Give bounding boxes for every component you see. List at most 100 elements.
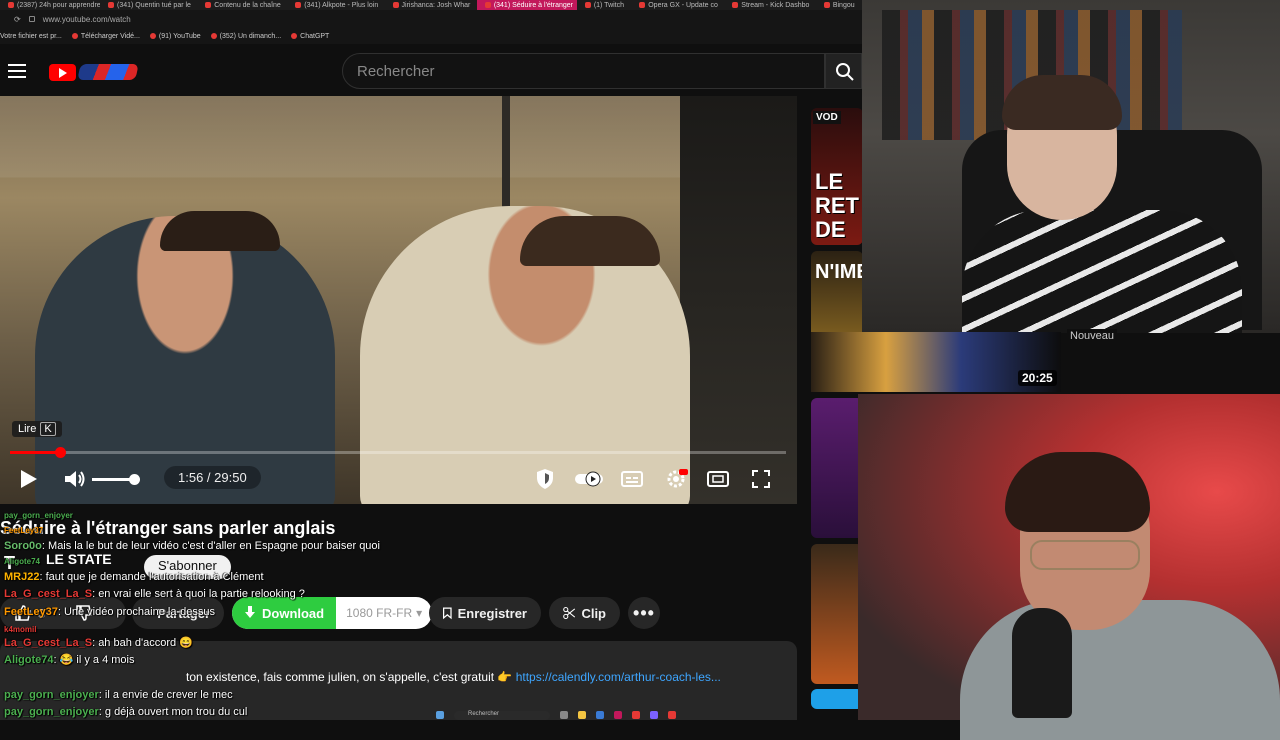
like-count: 3 (38, 605, 46, 621)
bookmark-item[interactable]: Télécharger Vidé... (71, 33, 140, 40)
tab-favicon-icon (8, 2, 14, 8)
taskbar-app-icon[interactable] (596, 711, 604, 719)
tab-label: Jirishanca: Josh Whar (401, 1, 471, 9)
search-input[interactable]: Rechercher (342, 53, 825, 89)
tab-label: (341) Quentin tué par le (117, 1, 191, 9)
tab-label: (341) Alkpote - Plus loin (304, 1, 379, 9)
download-button[interactable]: Download (232, 597, 337, 629)
taskbar-app-icon[interactable] (560, 711, 568, 719)
bookmark-item[interactable]: (91) YouTube (149, 33, 201, 40)
dislike-icon[interactable] (75, 604, 93, 622)
folder-icon[interactable] (578, 711, 586, 719)
volume-icon[interactable] (64, 470, 86, 488)
taskbar-search[interactable]: Rechercher (454, 710, 550, 720)
chat-colon: : (39, 571, 46, 583)
streamer-body (962, 210, 1242, 333)
subscribe-button[interactable]: S'abonner (144, 555, 231, 579)
tab-favicon-icon (392, 2, 399, 8)
search-icon (836, 63, 854, 81)
channel-avatar[interactable]: T (4, 553, 30, 579)
webcam-top (862, 0, 1280, 333)
like-icon[interactable] (14, 604, 32, 622)
tab-label: Stream - Kick Dashbo (741, 1, 810, 9)
progress-fill (10, 451, 61, 454)
suggested-thumbnail[interactable]: VOD LE RET DE GA (811, 108, 863, 245)
browser-tab[interactable]: (341) Séduire à l'étranger (476, 0, 577, 10)
browser-tab[interactable]: (1) Twitch (577, 0, 631, 10)
tab-favicon-icon (639, 2, 646, 8)
tab-label: (2387) 24h pour apprendre (17, 1, 100, 9)
browser-tab[interactable]: Jirishanca: Josh Whar (385, 0, 477, 10)
browser-tab[interactable]: (2387) 24h pour apprendre (0, 0, 100, 10)
youtube-doodle-icon (77, 64, 139, 80)
taskbar-app-icon[interactable] (668, 711, 676, 719)
tab-label: (1) Twitch (593, 1, 625, 9)
more-dots-icon: ••• (633, 602, 655, 623)
search-button[interactable] (825, 53, 862, 89)
download-quality-select[interactable]: 1080 FR-FR ▾ (336, 597, 432, 629)
youtube-logo[interactable] (49, 62, 139, 82)
video-person-right-hair (520, 216, 660, 266)
progress-bar[interactable] (10, 447, 786, 458)
opera-gx-icon[interactable] (632, 711, 640, 719)
taskbar-app-icon[interactable] (614, 711, 622, 719)
browser-tab[interactable]: Opera GX - Update co (631, 0, 724, 10)
chevron-down-icon: ▾ (416, 606, 423, 620)
video-title: Séduire à l'étranger sans parler anglais (0, 518, 336, 538)
download-label: Download (262, 605, 325, 621)
video-person-left (35, 216, 335, 504)
vpn-badge-icon[interactable] (28, 16, 35, 22)
reload-icon[interactable]: ⟳ (14, 15, 21, 24)
new-badge: Nouveau (1067, 329, 1118, 343)
browser-tab[interactable]: Stream - Kick Dashbo (724, 0, 816, 10)
bookmark-label: Votre fichier est pr... (0, 32, 62, 40)
share-button[interactable]: Partager (132, 597, 224, 629)
guest-hair (1005, 452, 1150, 532)
tab-favicon-icon (823, 2, 830, 8)
bookmark-item[interactable]: Votre fichier est pr... (0, 33, 62, 40)
browser-tab[interactable]: Contenu de la chaîne (197, 0, 287, 10)
subtitles-icon[interactable] (620, 466, 644, 492)
browser-tab[interactable]: (341) Quentin tué par le (100, 0, 197, 10)
address-url[interactable]: www.youtube.com/watch (43, 15, 131, 24)
video-player[interactable] (0, 96, 797, 504)
thumbnail-title-text: N'IME (815, 261, 863, 283)
download-widget[interactable]: Download 1080 FR-FR ▾ (232, 597, 433, 629)
browser-tab[interactable]: (341) Alkpote - Plus loin (287, 0, 384, 10)
like-dislike-pill[interactable]: 3 (0, 597, 126, 629)
bookmark-item[interactable]: (352) Un dimanch... (210, 33, 281, 40)
windows-start-icon[interactable] (436, 711, 444, 719)
bookmark-label: ChatGPT (300, 32, 330, 40)
thumbnail-title-text: LE RET DE GA (815, 169, 859, 246)
bookmark-favicon-icon (210, 33, 217, 39)
bookmark-item[interactable]: ChatGPT (291, 33, 329, 40)
browser-tab[interactable]: Bingou (816, 0, 862, 10)
taskbar-app-icon[interactable] (650, 711, 658, 719)
video-door-region (680, 96, 797, 504)
chat-username: Soro0o (4, 540, 42, 552)
bookmark-favicon-icon (71, 33, 78, 39)
tab-favicon-icon (732, 2, 739, 8)
share-label: Partager (157, 605, 210, 621)
vod-badge: VOD (813, 111, 841, 124)
clip-button[interactable]: Clip (549, 597, 620, 629)
save-button[interactable]: Enregistrer (429, 597, 541, 629)
channel-name[interactable]: LE STATE (46, 551, 112, 567)
more-actions-button[interactable]: ••• (628, 597, 660, 629)
bookmark-favicon-icon (149, 33, 156, 39)
suggested-thumbnail[interactable] (811, 689, 863, 709)
hamburger-menu-icon[interactable] (8, 64, 26, 78)
microphone (1012, 608, 1072, 718)
volume-slider-knob[interactable] (129, 474, 140, 485)
description-link[interactable]: https://calendly.com/arthur-coach-les... (516, 670, 721, 684)
play-button[interactable] (18, 469, 38, 489)
autoplay-toggle[interactable] (574, 466, 604, 492)
suggested-thumbnail[interactable] (811, 398, 863, 538)
address-bar[interactable]: ⟳ www.youtube.com/watch (0, 10, 862, 28)
settings-gear-icon[interactable] (663, 466, 689, 492)
theater-mode-icon[interactable] (706, 466, 730, 492)
tab-label: Contenu de la chaîne (214, 1, 281, 9)
suggested-thumbnail[interactable] (811, 544, 863, 684)
sponsorblock-shield-icon[interactable] (533, 466, 557, 492)
fullscreen-icon[interactable] (750, 466, 772, 492)
